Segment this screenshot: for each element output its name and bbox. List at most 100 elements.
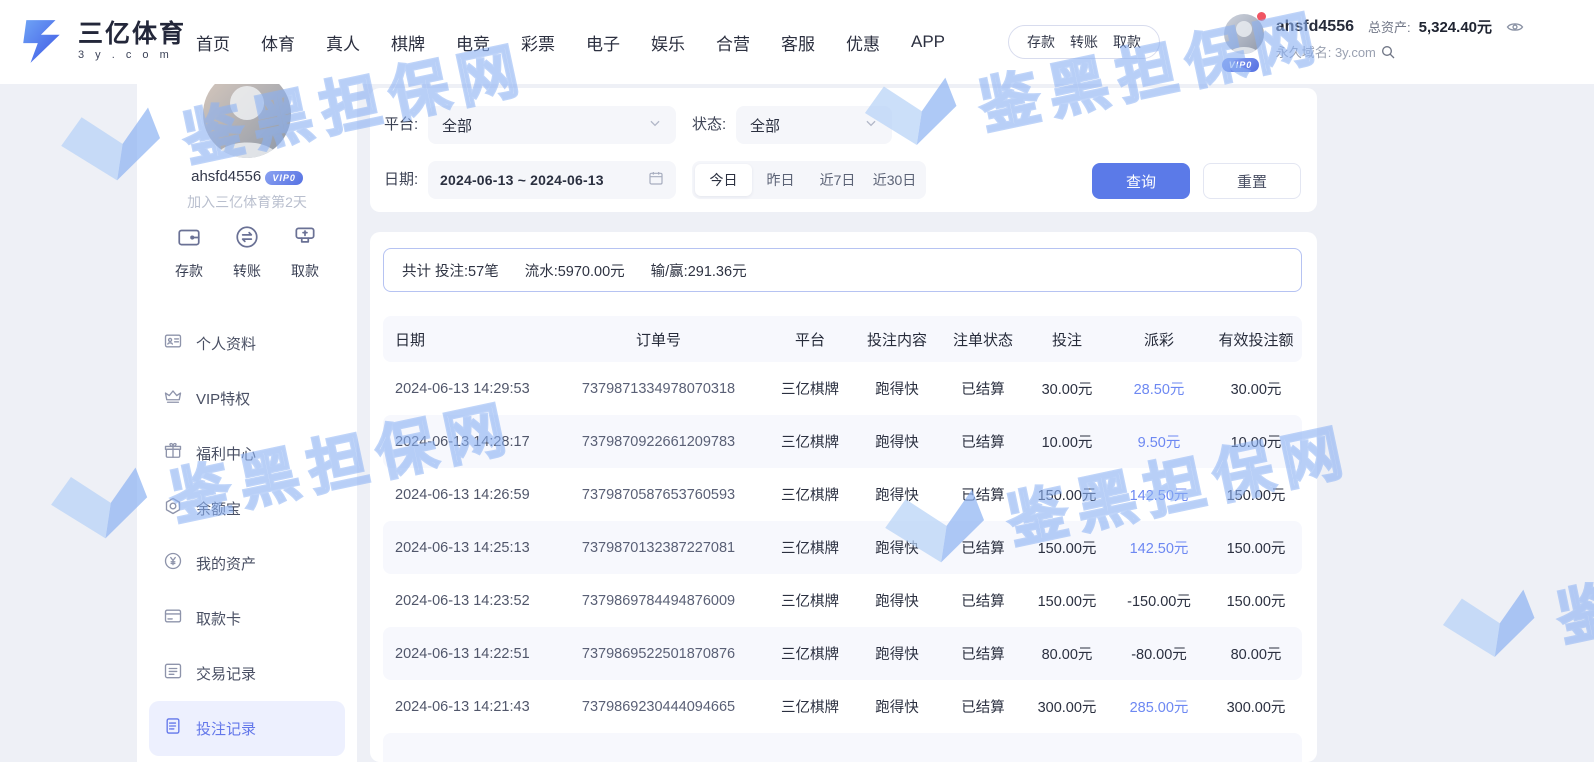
nav-item-彩票[interactable]: 彩票 [521, 30, 555, 55]
quick-action-存款[interactable]: 存款 [165, 224, 213, 281]
cell-order-number: 7379869784494876009 [551, 593, 766, 609]
sidebar-item-取款卡[interactable]: 取款卡 [149, 591, 345, 646]
search-button[interactable]: 查询 [1092, 163, 1190, 199]
cell-bet-amount: 80.00元 [1026, 643, 1108, 664]
table-row: 2024-06-13 14:29:537379871334978070318三亿… [383, 362, 1302, 415]
profile-username: ahsfd4556 [191, 168, 261, 185]
summary-bar: 共计 投注:57笔 流水:5970.00元 输/赢:291.36元 [383, 248, 1302, 292]
column-header: 投注内容 [854, 329, 940, 350]
cell-platform: 三亿棋牌 [766, 484, 854, 505]
column-header: 派彩 [1108, 329, 1210, 350]
sidebar-item-我的资产[interactable]: 我的资产 [149, 536, 345, 591]
brand-name: 三亿体育 [78, 21, 186, 47]
nav-item-合营[interactable]: 合营 [716, 30, 750, 55]
summary-total: 共计 投注:57笔 [402, 260, 499, 281]
betting-records-table: 日期订单号平台投注内容注单状态投注派彩有效投注额2024-06-13 14:29… [383, 316, 1302, 733]
nav-item-娱乐[interactable]: 娱乐 [651, 30, 685, 55]
sidebar-item-交易记录[interactable]: 交易记录 [149, 646, 345, 701]
wallet-action-存款[interactable]: 存款 [1027, 32, 1055, 52]
assets-value: 5,324.40元 [1419, 16, 1492, 37]
cell-order-number: 7379871334978070318 [551, 381, 766, 397]
cell-order-status: 已结算 [940, 484, 1026, 505]
nav-item-APP[interactable]: APP [911, 32, 945, 52]
nav-item-电子[interactable]: 电子 [586, 30, 620, 55]
wallet-action-转账[interactable]: 转账 [1070, 32, 1098, 52]
transactions-icon [163, 661, 183, 686]
column-header: 日期 [383, 329, 551, 350]
wallet-action-取款[interactable]: 取款 [1113, 32, 1141, 52]
summary-turnover: 流水:5970.00元 [525, 260, 625, 281]
platform-select[interactable]: 全部 [428, 106, 676, 144]
status-select[interactable]: 全部 [736, 106, 892, 144]
brand-logo[interactable]: 三亿体育 3 y . c o m [18, 16, 186, 66]
cell-platform: 三亿棋牌 [766, 696, 854, 717]
quick-date-group: 今日昨日近7日近30日 [692, 161, 926, 199]
table-row [383, 733, 1302, 762]
nav-item-棋牌[interactable]: 棋牌 [391, 30, 425, 55]
cell-bet-amount: 30.00元 [1026, 378, 1108, 399]
search-icon[interactable] [1380, 44, 1396, 60]
cell-order-number: 7379869230444094665 [551, 699, 766, 715]
main-nav: 首页 体育 真人 棋牌 电竞 彩票 电子 娱乐 合营 客服 优惠 APP [196, 0, 945, 84]
cell-payout: 9.50元 [1108, 431, 1210, 452]
sidebar-item-label: 交易记录 [196, 663, 256, 684]
cell-payout: -150.00元 [1108, 590, 1210, 611]
wallet-actions-pill: 存款转账取款 [1008, 25, 1160, 59]
sidebar-item-label: VIP特权 [196, 388, 250, 409]
quick-action-取款[interactable]: 取款 [281, 224, 329, 281]
brand-logo-icon [18, 16, 68, 66]
sidebar-item-label: 个人资料 [196, 333, 256, 354]
quick-action-转账[interactable]: 转账 [223, 224, 271, 281]
cell-valid-bet-amount: 150.00元 [1210, 537, 1302, 558]
quick-action-label: 取款 [291, 261, 319, 281]
betting-records-card: 共计 投注:57笔 流水:5970.00元 输/赢:291.36元 日期订单号平… [370, 232, 1317, 762]
cell-date: 2024-06-13 14:22:51 [383, 646, 551, 662]
cell-bet-content: 跑得快 [854, 378, 940, 399]
nav-item-优惠[interactable]: 优惠 [846, 30, 880, 55]
quick-date-昨日[interactable]: 昨日 [752, 164, 809, 196]
sidebar-item-余额宝[interactable]: 余额宝 [149, 481, 345, 536]
cell-order-status: 已结算 [940, 378, 1026, 399]
cell-date: 2024-06-13 14:28:17 [383, 434, 551, 450]
sidebar-item-福利中心[interactable]: 福利中心 [149, 426, 345, 481]
cell-order-status: 已结算 [940, 431, 1026, 452]
sidebar-item-兑奖记录[interactable]: 兑奖记录 [149, 756, 345, 762]
nav-item-客服[interactable]: 客服 [781, 30, 815, 55]
nav-item-体育[interactable]: 体育 [261, 30, 295, 55]
cell-order-status: 已结算 [940, 537, 1026, 558]
vip-badge: VIP0 [1222, 58, 1260, 72]
cell-payout: 142.50元 [1108, 484, 1210, 505]
crown-icon [163, 386, 183, 411]
sidebar-item-label: 我的资产 [196, 553, 256, 574]
sidebar-item-label: 投注记录 [196, 718, 256, 739]
bank-card-icon [163, 606, 183, 631]
date-range-picker[interactable]: 2024-06-13 ~ 2024-06-13 [428, 161, 676, 199]
quick-date-近30日[interactable]: 近30日 [866, 164, 923, 196]
cell-date: 2024-06-13 14:26:59 [383, 487, 551, 503]
sidebar-menu: 个人资料 VIP特权福利中心余额宝我的资产取款卡交易记录投注记录兑奖记录 [137, 316, 357, 762]
eye-icon[interactable] [1506, 18, 1524, 36]
quick-date-近7日[interactable]: 近7日 [809, 164, 866, 196]
betting-record-icon [163, 716, 183, 741]
cell-bet-amount: 150.00元 [1026, 590, 1108, 611]
chevron-down-icon [864, 116, 878, 135]
sidebar-item-VIP特权[interactable]: VIP特权 [149, 371, 345, 426]
sidebar-item-label: 取款卡 [196, 608, 241, 629]
table-row: 2024-06-13 14:25:137379870132387227081三亿… [383, 521, 1302, 574]
nav-item-电竞[interactable]: 电竞 [456, 30, 490, 55]
column-header: 订单号 [551, 329, 766, 350]
reset-button[interactable]: 重置 [1203, 163, 1301, 199]
sidebar: ahsfd4556 VIP0 加入三亿体育第2天 存款转账取款 个人资料VIP特… [137, 64, 357, 762]
cell-order-number: 7379870922661209783 [551, 434, 766, 450]
cell-bet-content: 跑得快 [854, 696, 940, 717]
nav-item-首页[interactable]: 首页 [196, 30, 230, 55]
sidebar-item-投注记录[interactable]: 投注记录 [149, 701, 345, 756]
sidebar-item-个人资料[interactable]: 个人资料 [149, 316, 345, 371]
table-row: 2024-06-13 14:21:437379869230444094665三亿… [383, 680, 1302, 733]
cell-platform: 三亿棋牌 [766, 378, 854, 399]
quick-date-今日[interactable]: 今日 [695, 164, 752, 196]
navbar: 三亿体育 3 y . c o m 首页 体育 真人 棋牌 电竞 彩票 电子 娱乐 合营 客服 优惠 A… [0, 0, 1594, 84]
nav-item-真人[interactable]: 真人 [326, 30, 360, 55]
cell-valid-bet-amount: 80.00元 [1210, 643, 1302, 664]
cell-date: 2024-06-13 14:21:43 [383, 699, 551, 715]
